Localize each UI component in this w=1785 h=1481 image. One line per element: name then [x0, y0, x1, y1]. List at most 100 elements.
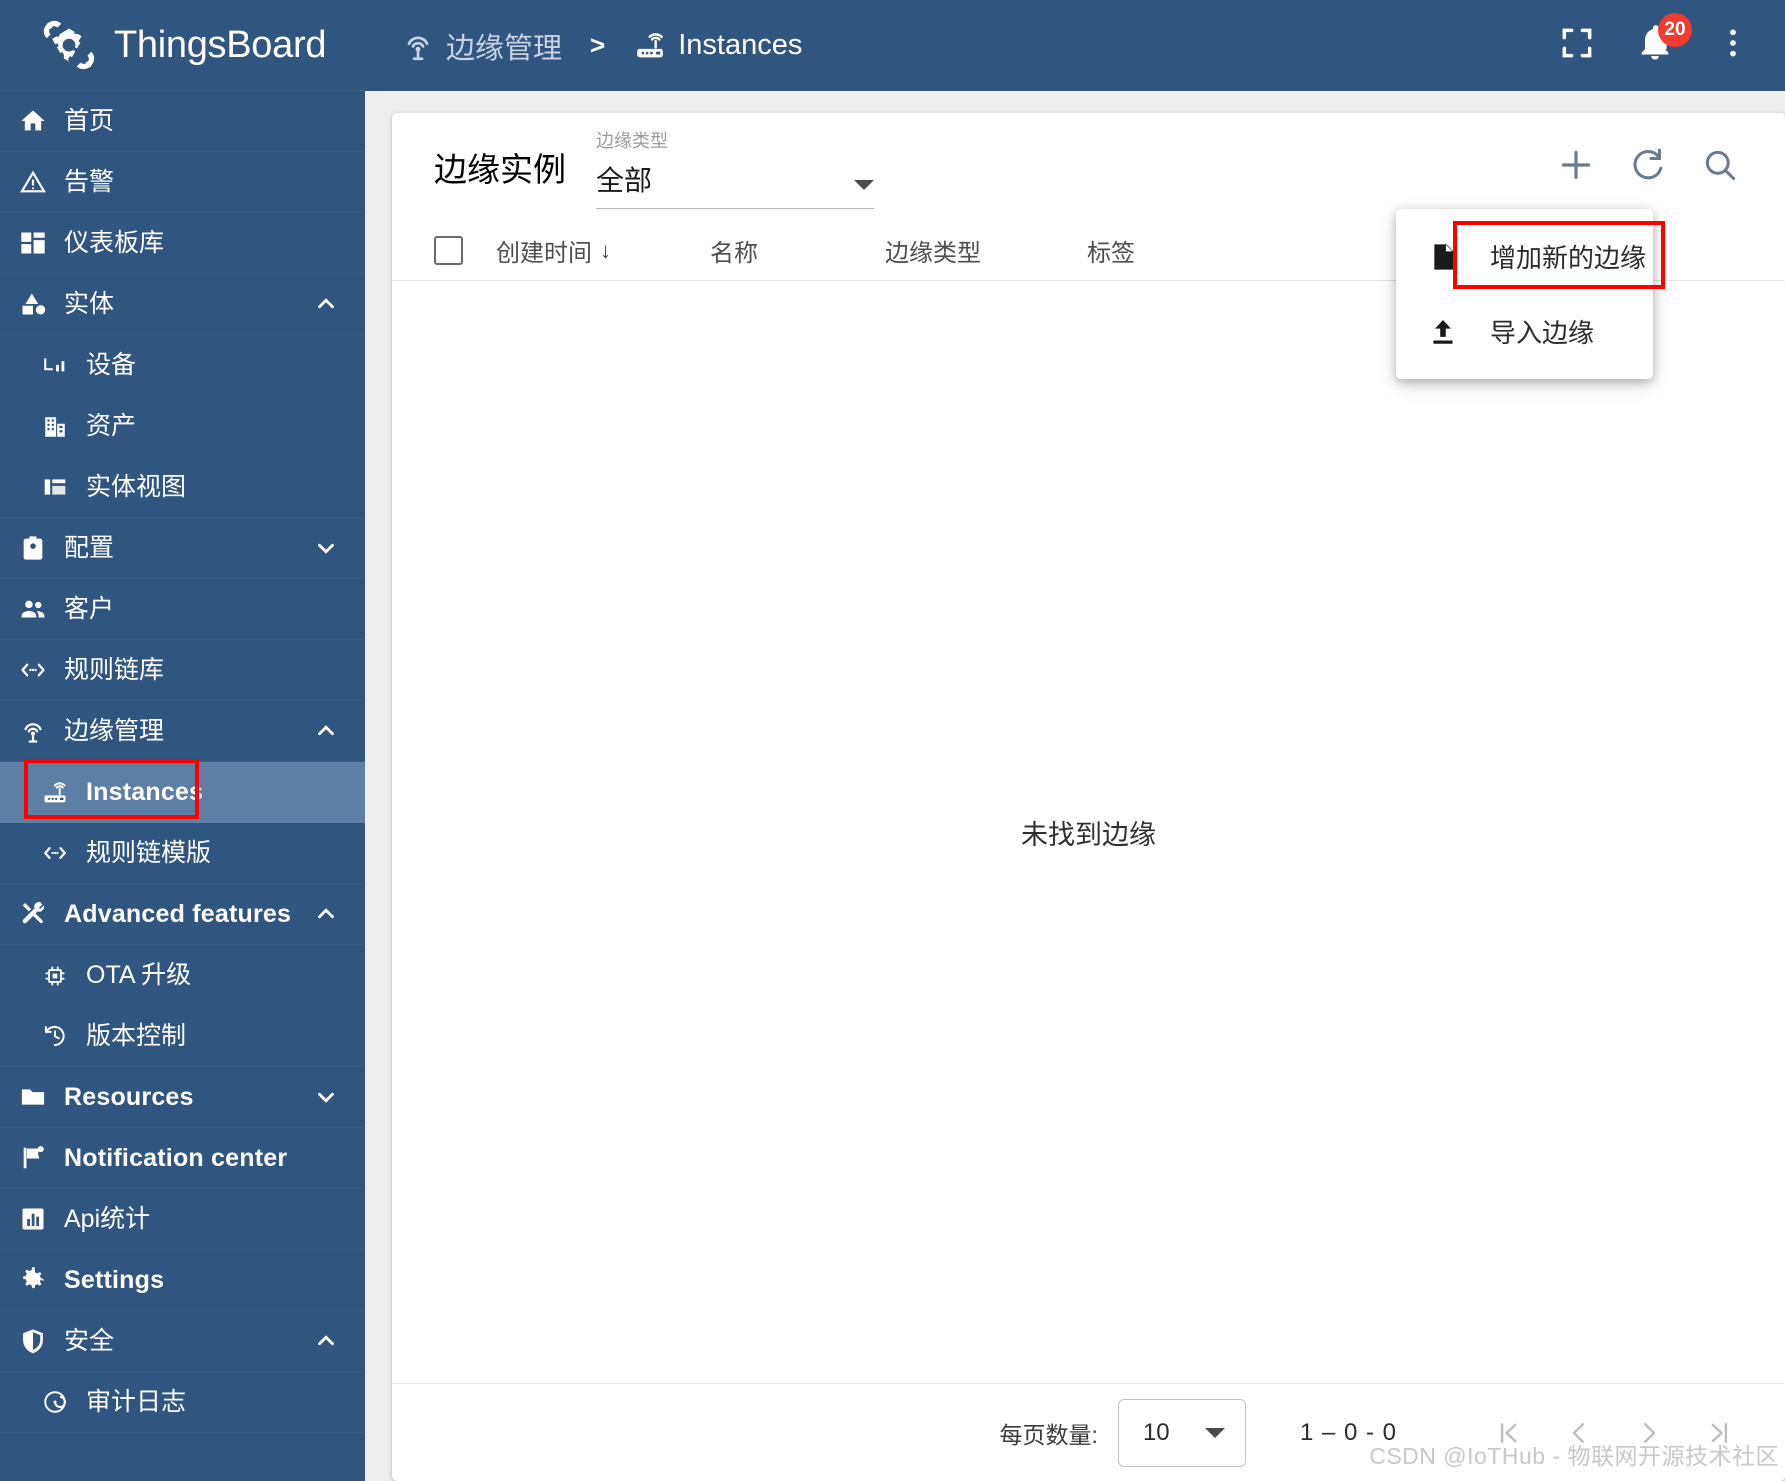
chevron-up-icon[interactable]	[313, 291, 339, 317]
sidebar-item-label: 安全	[64, 1326, 115, 1355]
refresh-icon	[1629, 146, 1667, 189]
profile-config-icon	[18, 533, 48, 563]
sidebar-item-entities[interactable]: 实体	[0, 274, 365, 335]
dashboard-icon	[18, 228, 48, 258]
sidebar-item-label: 实体视图	[86, 472, 187, 501]
chevron-up-icon[interactable]	[313, 901, 339, 927]
brand-header[interactable]: ThingsBoard	[0, 0, 365, 91]
column-header-created-time[interactable]: 创建时间 ↓	[496, 233, 710, 268]
sidebar-item-customers[interactable]: 客户	[0, 579, 365, 640]
flag-notification-icon	[18, 1143, 48, 1173]
sidebar-item-entity-views[interactable]: 实体视图	[0, 457, 365, 518]
fullscreen-button[interactable]	[1553, 22, 1601, 70]
notification-badge: 20	[1658, 12, 1692, 47]
select-all-checkbox[interactable]	[434, 236, 463, 265]
more-options-button[interactable]	[1709, 22, 1757, 70]
breadcrumb-item-edge-management[interactable]: 边缘管理	[401, 25, 562, 67]
chevron-down-icon	[1204, 1427, 1225, 1438]
sidebar-nav: 首页 告警 仪表板库 实体 设备 资产 实体视图 配置 客户 规则链库 边缘管理…	[0, 91, 365, 1481]
bar-chart-icon	[18, 1204, 48, 1234]
chevron-up-icon[interactable]	[313, 1328, 339, 1354]
sidebar-item-label: Notification center	[64, 1143, 288, 1172]
topbar: 边缘管理 > Instances 20	[365, 0, 1785, 91]
edge-type-value: 全部	[596, 164, 653, 196]
sidebar-item-home[interactable]: 首页	[0, 91, 365, 152]
sidebar-item-rule-chain-templates[interactable]: 规则链模版	[0, 823, 365, 884]
router-icon	[40, 778, 70, 808]
sidebar-item-instances[interactable]: Instances	[0, 762, 365, 823]
items-per-page-label: 每页数量:	[999, 1421, 1098, 1448]
rule-chain-icon	[18, 655, 48, 685]
notifications-button[interactable]: 20	[1631, 12, 1692, 70]
edge-antenna-icon	[401, 29, 435, 63]
menu-item-label: 导入边缘	[1490, 318, 1595, 348]
sidebar-item-resources[interactable]: Resources	[0, 1067, 365, 1128]
sidebar-item-advanced-features[interactable]: Advanced features	[0, 884, 365, 945]
sidebar-item-api-usage[interactable]: Api统计	[0, 1189, 365, 1250]
refresh-button[interactable]	[1619, 138, 1677, 196]
table-body: 未找到边缘	[392, 281, 1785, 1383]
sidebar-item-label: Resources	[64, 1082, 194, 1111]
thingsboard-logo-icon	[38, 14, 100, 76]
sidebar-item-devices[interactable]: 设备	[0, 335, 365, 396]
add-edge-button[interactable]	[1547, 138, 1605, 196]
column-header-edge-type[interactable]: 边缘类型	[885, 233, 1087, 268]
select-all-cell[interactable]	[434, 236, 496, 265]
sidebar-item-assets[interactable]: 资产	[0, 396, 365, 457]
chevron-down-icon[interactable]	[313, 1084, 339, 1110]
edge-type-select[interactable]: 全部	[596, 159, 874, 209]
menu-item-label: 增加新的边缘	[1490, 243, 1647, 273]
sidebar-item-label: 资产	[86, 412, 137, 440]
sort-descending-icon: ↓	[600, 237, 611, 263]
chevron-up-icon[interactable]	[313, 718, 339, 744]
edge-instances-card: 边缘实例 边缘类型 全部 创建时间 ↓ 名称 边缘类型 标签 未找到边缘 每页数…	[392, 113, 1785, 1481]
content-wrap: 边缘实例 边缘类型 全部 创建时间 ↓ 名称 边缘类型 标签 未找到边缘 每页数…	[365, 91, 1785, 1481]
entity-view-icon	[40, 472, 70, 502]
router-icon	[633, 29, 667, 63]
thingsboard-app: ThingsBoard 首页 告警 仪表板库 实体 设备 资产 实体视图 配置 …	[0, 0, 1785, 1481]
add-edge-menu: 增加新的边缘 导入边缘	[1396, 209, 1665, 379]
sidebar-item-ota-updates[interactable]: OTA 升级	[0, 945, 365, 1006]
sidebar-item-label: 设备	[86, 351, 137, 379]
sidebar-item-profiles[interactable]: 配置	[0, 518, 365, 579]
sidebar-item-notification-center[interactable]: Notification center	[0, 1128, 365, 1189]
column-label: 标签	[1087, 240, 1135, 267]
column-label: 创建时间	[496, 240, 592, 267]
sidebar-item-dashboards[interactable]: 仪表板库	[0, 213, 365, 274]
chevron-down-icon[interactable]	[313, 535, 339, 561]
sidebar-item-rule-chains[interactable]: 规则链库	[0, 640, 365, 701]
device-icon	[40, 351, 70, 381]
empty-state-message: 未找到边缘	[1021, 819, 1156, 850]
edge-type-filter[interactable]: 边缘类型 全部	[596, 126, 874, 209]
sidebar-item-security[interactable]: 安全	[0, 1311, 365, 1372]
sidebar-item-label: 仪表板库	[64, 228, 165, 257]
sidebar-item-version-control[interactable]: 版本控制	[0, 1006, 365, 1067]
tools-icon	[18, 899, 48, 929]
items-per-page-select[interactable]: 10	[1117, 1398, 1246, 1467]
chevron-down-icon	[854, 179, 874, 190]
sidebar-item-edge-management[interactable]: 边缘管理	[0, 701, 365, 762]
sidebar-item-label: 实体	[64, 289, 115, 318]
fullscreen-icon	[1558, 24, 1596, 67]
gear-icon	[18, 1265, 48, 1295]
column-label: 名称	[710, 240, 758, 267]
card-toolbar: 边缘实例 边缘类型 全部	[392, 113, 1785, 221]
rule-chain-icon	[40, 838, 70, 868]
sidebar-item-settings[interactable]: Settings	[0, 1250, 365, 1311]
add-file-icon	[1426, 240, 1460, 274]
sidebar-item-label: Instances	[86, 778, 204, 806]
sidebar-item-alarms[interactable]: 告警	[0, 152, 365, 213]
breadcrumb-item-instances[interactable]: Instances	[633, 29, 802, 63]
search-button[interactable]	[1691, 138, 1749, 196]
sidebar-item-audit-logs[interactable]: 审计日志	[0, 1372, 365, 1433]
more-vertical-icon	[1718, 24, 1748, 67]
menu-item-add-new-edge[interactable]: 增加新的边缘	[1396, 219, 1653, 294]
brand-name: ThingsBoard	[114, 23, 327, 66]
edge-antenna-icon	[18, 716, 48, 746]
sidebar-item-label: Api统计	[64, 1204, 151, 1233]
menu-item-import-edge[interactable]: 导入边缘	[1396, 294, 1653, 369]
sidebar-item-label: 审计日志	[86, 1387, 187, 1416]
items-per-page-value: 10	[1142, 1418, 1170, 1446]
sidebar-item-label: 客户	[64, 594, 115, 623]
column-header-name[interactable]: 名称	[710, 233, 885, 268]
